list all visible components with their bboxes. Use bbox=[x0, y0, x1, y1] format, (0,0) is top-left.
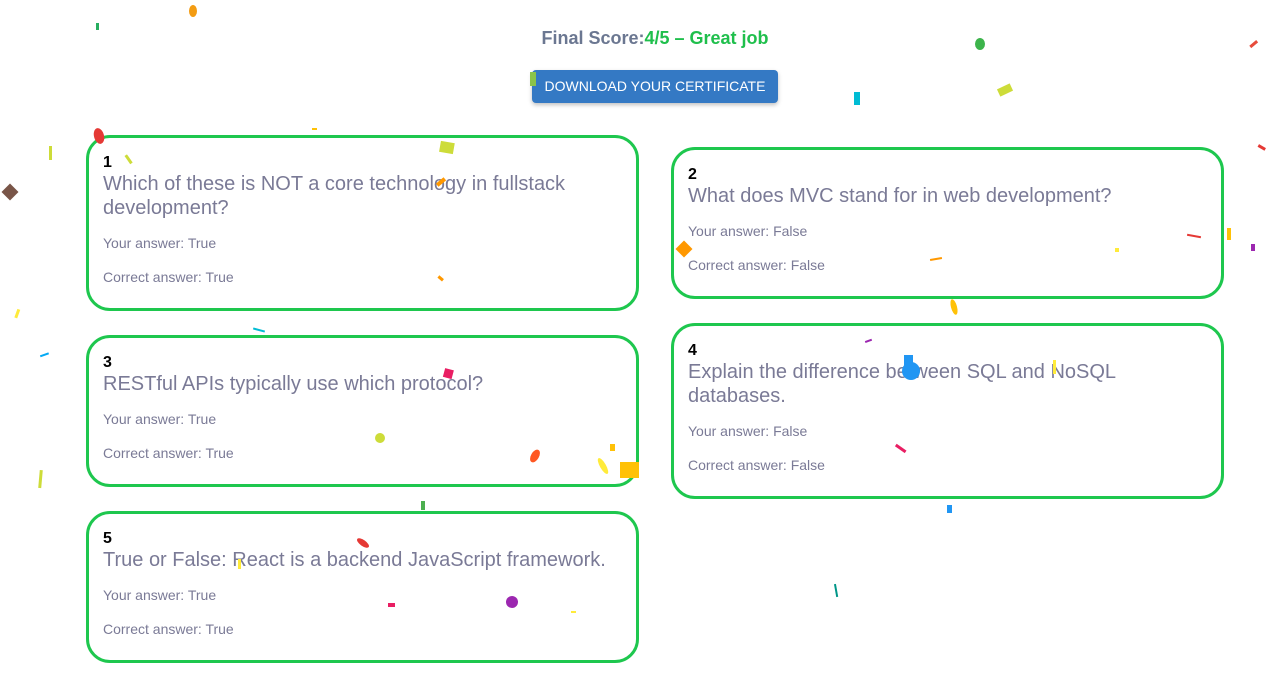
your-answer: Your answer: True bbox=[103, 587, 217, 603]
correct-answer: Correct answer: True bbox=[103, 621, 234, 637]
question-number: 5 bbox=[103, 530, 112, 547]
question-number: 1 bbox=[103, 154, 112, 171]
correct-answer: Correct answer: False bbox=[688, 257, 825, 273]
correct-answer: Correct answer: False bbox=[688, 457, 825, 473]
question-number: 4 bbox=[688, 342, 697, 359]
final-score: Final Score:4/5 – Great job bbox=[0, 28, 1285, 49]
your-answer: Your answer: True bbox=[103, 235, 217, 251]
question-card-2: 2 What does MVC stand for in web develop… bbox=[671, 147, 1224, 299]
your-answer: Your answer: False bbox=[688, 423, 808, 439]
question-text: Explain the difference between SQL and N… bbox=[688, 361, 1116, 407]
final-score-label: Final Score: bbox=[541, 28, 645, 48]
final-score-value: 4/5 – Great job bbox=[644, 28, 769, 48]
correct-answer: Correct answer: True bbox=[103, 269, 234, 285]
question-text: RESTful APIs typically use which protoco… bbox=[103, 373, 484, 395]
download-certificate-button[interactable]: DOWNLOAD YOUR CERTIFICATE bbox=[532, 70, 778, 103]
your-answer: Your answer: True bbox=[103, 411, 217, 427]
question-number: 3 bbox=[103, 354, 112, 371]
quiz-results-page: Final Score:4/5 – Great job DOWNLOAD YOU… bbox=[0, 0, 1285, 688]
question-number: 2 bbox=[688, 166, 697, 183]
question-card-5: 5 True or False: React is a backend Java… bbox=[86, 511, 639, 663]
your-answer: Your answer: False bbox=[688, 223, 808, 239]
question-card-3: 3 RESTful APIs typically use which proto… bbox=[86, 335, 639, 487]
question-text: What does MVC stand for in web developme… bbox=[688, 185, 1112, 207]
correct-answer: Correct answer: True bbox=[103, 445, 234, 461]
question-text: Which of these is NOT a core technology … bbox=[103, 173, 566, 219]
question-card-1: 1 Which of these is NOT a core technolog… bbox=[86, 135, 639, 311]
question-card-4: 4 Explain the difference between SQL and… bbox=[671, 323, 1224, 499]
question-text: True or False: React is a backend JavaSc… bbox=[103, 549, 606, 571]
